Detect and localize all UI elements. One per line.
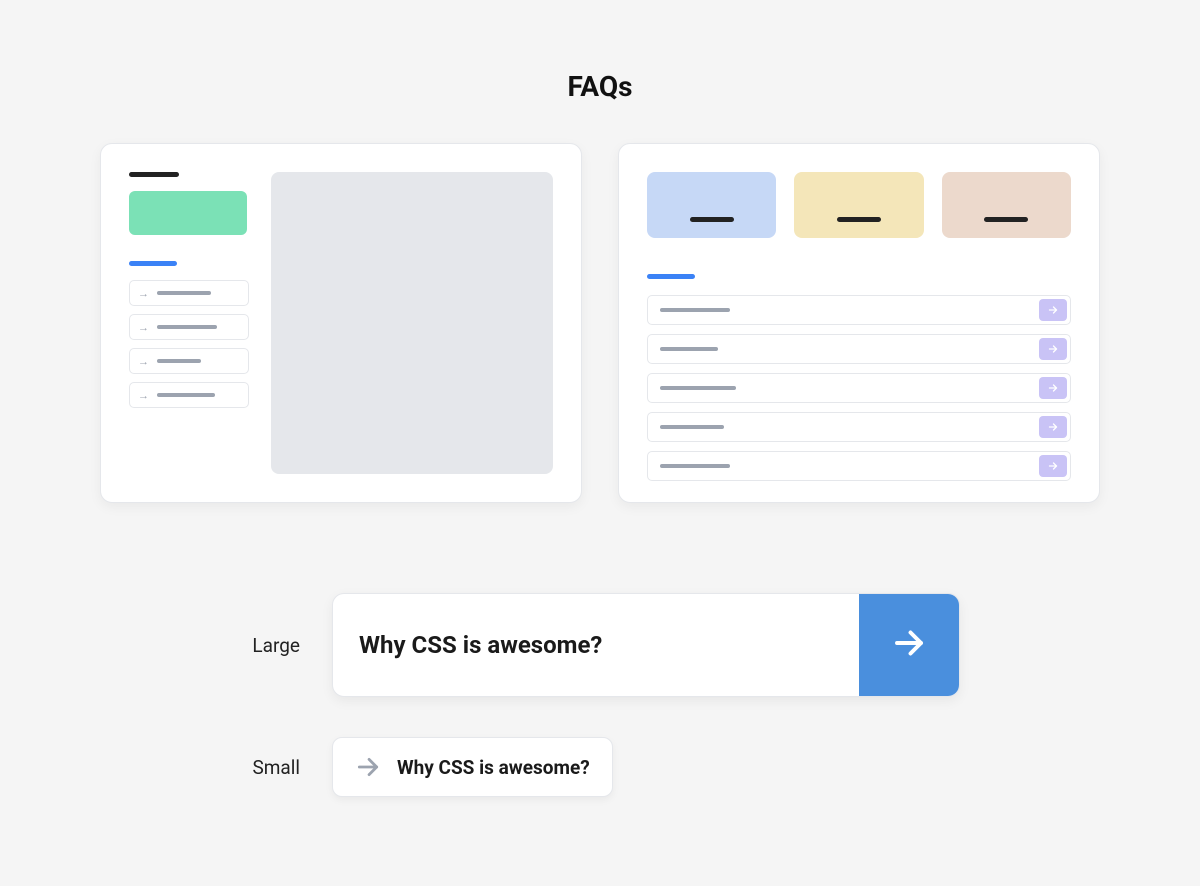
faq-item-mini[interactable]: → — [129, 348, 249, 374]
example-row-small: Small Why CSS is awesome? — [100, 737, 1100, 797]
faq-item-row[interactable] — [647, 334, 1071, 364]
category-tile[interactable] — [794, 172, 923, 238]
variant-label-large: Large — [220, 634, 300, 657]
variant-label-small: Small — [220, 756, 300, 779]
faq-expand-button[interactable] — [1039, 377, 1067, 399]
card2-category-tiles — [647, 172, 1071, 238]
placeholder-text-line — [690, 217, 734, 222]
placeholder-text-line — [660, 347, 718, 351]
arrow-right-icon — [1047, 457, 1059, 476]
card1-faq-list: → → → → — [129, 280, 249, 408]
placeholder-text-line — [660, 386, 736, 390]
category-tile[interactable] — [942, 172, 1071, 238]
arrow-right-icon — [891, 625, 927, 665]
faq-question-text: Why CSS is awesome? — [397, 756, 590, 779]
preview-card-tiles-layout — [618, 143, 1100, 503]
faq-item-small[interactable]: Why CSS is awesome? — [332, 737, 613, 797]
placeholder-content-area — [271, 172, 553, 474]
card1-inner: → → → → — [129, 172, 553, 474]
card1-sidebar: → → → → — [129, 172, 249, 474]
faq-expand-button[interactable] — [1039, 416, 1067, 438]
arrow-right-icon — [1047, 301, 1059, 320]
placeholder-section-label — [129, 261, 177, 266]
faq-item-large[interactable]: Why CSS is awesome? — [332, 593, 960, 697]
placeholder-text-line — [984, 217, 1028, 222]
placeholder-text-line — [157, 291, 211, 295]
category-tile[interactable] — [647, 172, 776, 238]
preview-cards-row: → → → → — [100, 143, 1100, 503]
faq-item-row[interactable] — [647, 412, 1071, 442]
faq-item-mini[interactable]: → — [129, 382, 249, 408]
placeholder-text-line — [660, 308, 730, 312]
arrow-right-icon — [355, 754, 381, 780]
faq-item-mini[interactable]: → — [129, 280, 249, 306]
card2-faq-list — [647, 295, 1071, 481]
faq-expand-button[interactable] — [1039, 455, 1067, 477]
placeholder-text-line — [157, 359, 201, 363]
arrow-right-icon: → — [138, 390, 149, 401]
arrow-right-icon — [1047, 379, 1059, 398]
faq-item-row[interactable] — [647, 295, 1071, 325]
faq-expand-button[interactable] — [1039, 299, 1067, 321]
placeholder-text-line — [157, 325, 217, 329]
faq-expand-button[interactable] — [859, 594, 959, 696]
arrow-right-icon: → — [138, 322, 149, 333]
faq-variants: Large Why CSS is awesome? Small Why CSS … — [100, 593, 1100, 797]
arrow-right-icon: → — [138, 288, 149, 299]
placeholder-text-line — [837, 217, 881, 222]
placeholder-heading — [129, 172, 179, 177]
page-title: FAQs — [100, 70, 1100, 103]
faq-item-row[interactable] — [647, 451, 1071, 481]
placeholder-highlight-box — [129, 191, 247, 235]
placeholder-section-label — [647, 274, 695, 279]
faq-question-text: Why CSS is awesome? — [333, 631, 859, 659]
page-root: FAQs →→→→ Large Why C — [0, 0, 1200, 797]
placeholder-text-line — [157, 393, 215, 397]
placeholder-text-line — [660, 464, 730, 468]
faq-expand-button[interactable] — [1039, 338, 1067, 360]
faq-item-mini[interactable]: → — [129, 314, 249, 340]
placeholder-text-line — [660, 425, 724, 429]
faq-item-row[interactable] — [647, 373, 1071, 403]
example-row-large: Large Why CSS is awesome? — [100, 593, 1100, 697]
arrow-right-icon — [1047, 340, 1059, 359]
preview-card-sidebar-layout: → → → → — [100, 143, 582, 503]
arrow-right-icon: → — [138, 356, 149, 367]
arrow-right-icon — [1047, 418, 1059, 437]
